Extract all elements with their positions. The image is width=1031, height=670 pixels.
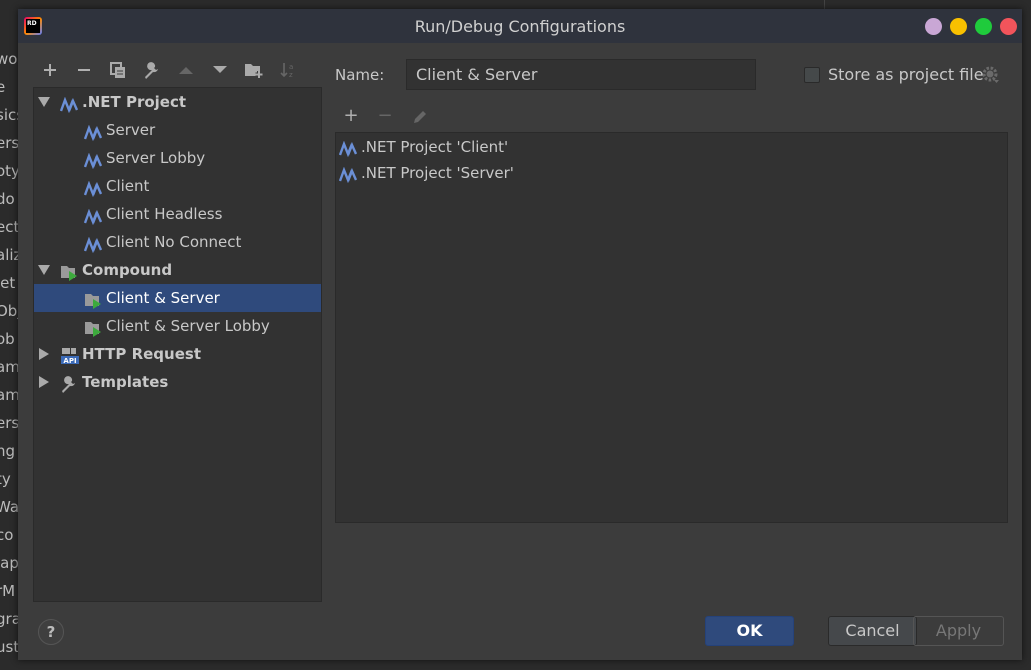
wrench-button[interactable] bbox=[142, 61, 162, 81]
name-input[interactable] bbox=[406, 59, 756, 90]
add-button[interactable] bbox=[40, 61, 60, 81]
compound-icon bbox=[60, 262, 78, 281]
tree-item[interactable]: Client No Connect bbox=[34, 228, 321, 256]
tree-item[interactable]: Client Headless bbox=[34, 200, 321, 228]
sort-az-icon: az bbox=[280, 63, 293, 79]
gear-icon[interactable] bbox=[982, 66, 1000, 84]
window-dot-purple[interactable] bbox=[925, 18, 942, 35]
tree-item-label: Client & Server Lobby bbox=[106, 317, 270, 335]
ok-button[interactable]: OK bbox=[705, 616, 794, 646]
window-title: Run/Debug Configurations bbox=[414, 17, 626, 36]
config-label: .NET Project 'Server' bbox=[361, 164, 514, 182]
move-up-icon bbox=[179, 67, 193, 74]
tree-item[interactable]: Client & Server bbox=[34, 284, 321, 312]
tree-item-label: HTTP Request bbox=[82, 345, 201, 363]
expand-arrow-icon[interactable] bbox=[39, 348, 49, 360]
dotnet-icon bbox=[338, 139, 358, 158]
tree-item-label: Compound bbox=[82, 261, 173, 279]
tree-item-label: Client No Connect bbox=[106, 233, 242, 251]
title-bar: RD Run/Debug Configurations bbox=[18, 9, 1022, 43]
move-down-button[interactable] bbox=[210, 61, 230, 81]
wrench-icon bbox=[60, 374, 78, 393]
tree-item-label: Client bbox=[106, 177, 150, 195]
compound-icon bbox=[84, 290, 102, 309]
remove-config-button[interactable]: − bbox=[375, 106, 395, 126]
dotnet-icon bbox=[83, 178, 103, 198]
tree-item[interactable]: Server Lobby bbox=[34, 144, 321, 172]
wrench-icon bbox=[145, 62, 158, 79]
tree-item-label: Server bbox=[106, 121, 156, 139]
tree-item[interactable]: Client bbox=[34, 172, 321, 200]
background-window: woesicsersotydoectalizletObjobamamersngt… bbox=[0, 0, 24, 670]
help-button[interactable]: ? bbox=[38, 619, 64, 645]
dotnet-icon bbox=[83, 150, 103, 170]
config-label: .NET Project 'Client' bbox=[361, 138, 509, 156]
svg-text:a: a bbox=[289, 63, 293, 71]
apply-button[interactable]: Apply bbox=[913, 616, 1004, 646]
add-config-button[interactable]: + bbox=[341, 106, 361, 126]
tree-item-label: Server Lobby bbox=[106, 149, 206, 167]
expand-arrow-icon[interactable] bbox=[39, 376, 49, 388]
run-debug-dialog: RD Run/Debug Configurations .NET Project… bbox=[18, 9, 1022, 660]
dotnet-icon bbox=[83, 206, 103, 226]
store-as-project-file-checkbox[interactable] bbox=[804, 67, 820, 83]
new-folder-icon bbox=[245, 64, 263, 78]
compound-icon bbox=[84, 318, 102, 337]
tree-group[interactable]: Templates bbox=[34, 368, 321, 396]
tree-group[interactable]: Compound bbox=[34, 256, 321, 284]
api-icon: API bbox=[60, 346, 79, 365]
background-divider bbox=[824, 0, 825, 9]
tree-item[interactable]: Server bbox=[34, 116, 321, 144]
tree-item[interactable]: Client & Server Lobby bbox=[34, 312, 321, 340]
dotnet-icon bbox=[59, 94, 79, 114]
collapse-arrow-icon[interactable] bbox=[38, 97, 50, 107]
remove-button[interactable] bbox=[74, 61, 94, 81]
maximize-button[interactable] bbox=[975, 18, 992, 35]
minimize-button[interactable] bbox=[950, 18, 967, 35]
close-button[interactable] bbox=[1000, 18, 1017, 35]
name-label: Name: bbox=[335, 66, 385, 84]
tree-group[interactable]: .NET Project bbox=[34, 88, 321, 116]
compound-config-list: .NET Project 'Client' .NET Project 'Serve… bbox=[335, 132, 1008, 523]
move-up-button[interactable] bbox=[176, 61, 196, 81]
tree-group[interactable]: API HTTP Request bbox=[34, 340, 321, 368]
add-icon bbox=[44, 64, 56, 76]
sort-az-button[interactable]: az bbox=[278, 61, 298, 81]
svg-text:z: z bbox=[289, 71, 293, 79]
move-down-icon bbox=[213, 66, 227, 73]
svg-text:API: API bbox=[63, 357, 76, 365]
tree-item-label: Templates bbox=[82, 373, 169, 391]
tree-item-label: Client Headless bbox=[106, 205, 223, 223]
tree-item-label: Client & Server bbox=[106, 289, 220, 307]
dotnet-icon bbox=[83, 234, 103, 254]
copy-icon bbox=[110, 62, 125, 78]
configuration-tree: .NET Project Server Server Lobby Client Clie… bbox=[33, 87, 322, 602]
edit-pencil-icon[interactable] bbox=[411, 108, 429, 126]
dotnet-icon bbox=[83, 122, 103, 142]
remove-icon bbox=[78, 69, 90, 71]
store-as-project-file-label: Store as project file bbox=[828, 65, 984, 84]
collapse-arrow-icon[interactable] bbox=[38, 265, 50, 275]
copy-button[interactable] bbox=[108, 61, 128, 81]
new-folder-button[interactable] bbox=[244, 61, 264, 81]
dotnet-icon bbox=[338, 165, 358, 184]
cancel-button[interactable]: Cancel bbox=[828, 616, 917, 646]
tree-item-label: .NET Project bbox=[82, 93, 187, 111]
